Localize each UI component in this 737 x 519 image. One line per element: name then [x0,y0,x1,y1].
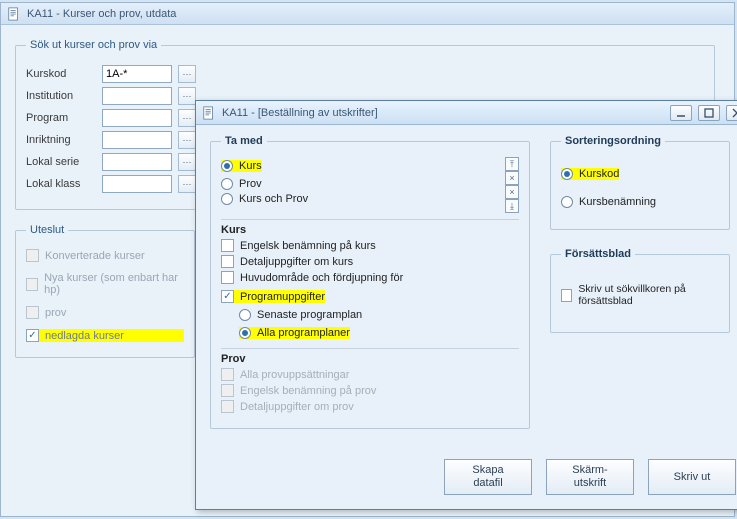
input-lokalserie[interactable] [102,153,172,171]
label-lokalserie: Lokal serie [26,156,96,168]
label-alla-provupps: Alla provuppsättningar [240,369,349,381]
radio-senaste-programplan[interactable] [239,309,251,321]
button-skarmutskrift-label: Skärm- utskrift [572,464,607,489]
legend-forsattsblad: Försättsblad [561,248,635,260]
input-institution[interactable] [102,87,172,105]
label-detalj-prov: Detaljuppgifter om prov [240,401,354,413]
button-skarmutskrift[interactable]: Skärm- utskrift [546,459,634,495]
order-down-icon[interactable]: × [505,185,519,199]
picker-inriktning[interactable]: ⋯ [178,131,196,149]
radio-kurs[interactable] [221,160,233,172]
radio-alla-programplaner[interactable] [239,327,251,339]
label-lokalklass: Lokal klass [26,178,96,190]
checkbox-forsattsblad[interactable] [561,289,572,302]
button-skapa-datafil-label: Skapa datafil [472,464,503,489]
input-lokalklass[interactable] [102,175,172,193]
close-button[interactable] [726,105,737,121]
label-inriktning: Inriktning [26,134,96,146]
legend-sortering: Sorteringsordning [561,135,665,147]
checkbox-nyakurser[interactable] [26,278,38,291]
label-institution: Institution [26,90,96,102]
radio-prov[interactable] [221,178,233,190]
document-icon [7,7,21,21]
checkbox-programuppgifter[interactable] [221,290,234,303]
input-kurskod[interactable] [102,65,172,83]
main-titlebar: KA11 - Kurser och prov, utdata [1,3,734,25]
order-bottom-icon[interactable]: ⤓ [505,199,519,213]
main-window-title: KA11 - Kurser och prov, utdata [27,8,176,20]
label-radio-kurs: Kurs [239,160,262,172]
label-huvudomrade: Huvudområde och fördjupning för [240,272,403,284]
order-top-icon[interactable]: ⤒ [505,157,519,171]
minimize-button[interactable] [670,105,692,121]
legend-tamed: Ta med [221,135,267,147]
radio-sort-kursbenamning[interactable] [561,196,573,208]
input-inriktning[interactable] [102,131,172,149]
radio-sort-kurskod[interactable] [561,168,573,180]
order-controls: ⤒ × × ⤓ [505,157,519,213]
label-alla-programplaner: Alla programplaner [257,327,350,339]
checkbox-engelsk-kurs[interactable] [221,239,234,252]
label-sort-kursbenamning: Kursbenämning [579,196,656,208]
button-skapa-datafil[interactable]: Skapa datafil [444,459,532,495]
dialog-button-row: Skapa datafil Skärm- utskrift Skriv ut [210,451,737,497]
dialog-body: Ta med Kurs Prov Kurs och P [196,125,737,509]
label-senaste-programplan: Senaste programplan [257,309,362,321]
fieldset-sortering: Sorteringsordning Kurskod Kursbenämning [550,135,730,230]
document-icon [202,106,216,120]
checkbox-prov[interactable] [26,306,39,319]
checkbox-detalj-kurs[interactable] [221,255,234,268]
label-programuppgifter: Programuppgifter [240,291,325,303]
checkbox-nedlagda[interactable] [26,329,39,342]
label-forsattsblad: Skriv ut sökvillkoren på försättsblad [578,283,719,307]
label-engelsk-prov: Engelsk benämning på prov [240,385,376,397]
checkbox-alla-provupps [221,368,234,381]
label-nedlagda: nedlagda kurser [45,330,124,342]
button-skrivut-label: Skriv ut [674,471,711,484]
picker-lokalserie[interactable]: ⋯ [178,153,196,171]
label-konverterade: Konverterade kurser [45,250,145,262]
label-engelsk-kurs: Engelsk benämning på kurs [240,240,376,252]
checkbox-huvudomrade[interactable] [221,271,234,284]
radio-kursochprov[interactable] [221,193,233,205]
fieldset-forsattsblad: Försättsblad Skriv ut sökvillkoren på fö… [550,248,730,333]
picker-institution[interactable]: ⋯ [178,87,196,105]
picker-lokalklass[interactable]: ⋯ [178,175,196,193]
label-detalj-kurs: Detaljuppgifter om kurs [240,256,353,268]
picker-kurskod[interactable]: ⋯ [178,65,196,83]
label-prov: prov [45,307,66,319]
order-up-icon[interactable]: × [505,171,519,185]
maximize-button[interactable] [698,105,720,121]
fieldset-search-legend: Sök ut kurser och prov via [26,39,161,51]
label-kurskod: Kurskod [26,68,96,80]
subgroup-prov-title: Prov [221,348,519,365]
subgroup-kurs-title: Kurs [221,219,519,236]
label-radio-kursochprov: Kurs och Prov [239,193,308,205]
fieldset-tamed: Ta med Kurs Prov Kurs och P [210,135,530,429]
label-radio-prov: Prov [239,178,262,190]
picker-program[interactable]: ⋯ [178,109,196,127]
input-program[interactable] [102,109,172,127]
dialog-titlebar[interactable]: KA11 - [Beställning av utskrifter] [196,101,737,125]
dialog-title: KA11 - [Beställning av utskrifter] [222,107,378,119]
print-dialog: KA11 - [Beställning av utskrifter] Ta me… [195,100,737,510]
checkbox-konverterade[interactable] [26,249,39,262]
label-nyakurser: Nya kurser (som enbart har hp) [44,272,184,296]
button-skrivut[interactable]: Skriv ut [648,459,736,495]
fieldset-uteslut-legend: Uteslut [26,224,68,236]
checkbox-detalj-prov [221,400,234,413]
label-program: Program [26,112,96,124]
fieldset-uteslut: Uteslut Konverterade kurser Nya kurser (… [15,224,195,358]
label-sort-kurskod: Kurskod [579,168,619,180]
checkbox-engelsk-prov [221,384,234,397]
